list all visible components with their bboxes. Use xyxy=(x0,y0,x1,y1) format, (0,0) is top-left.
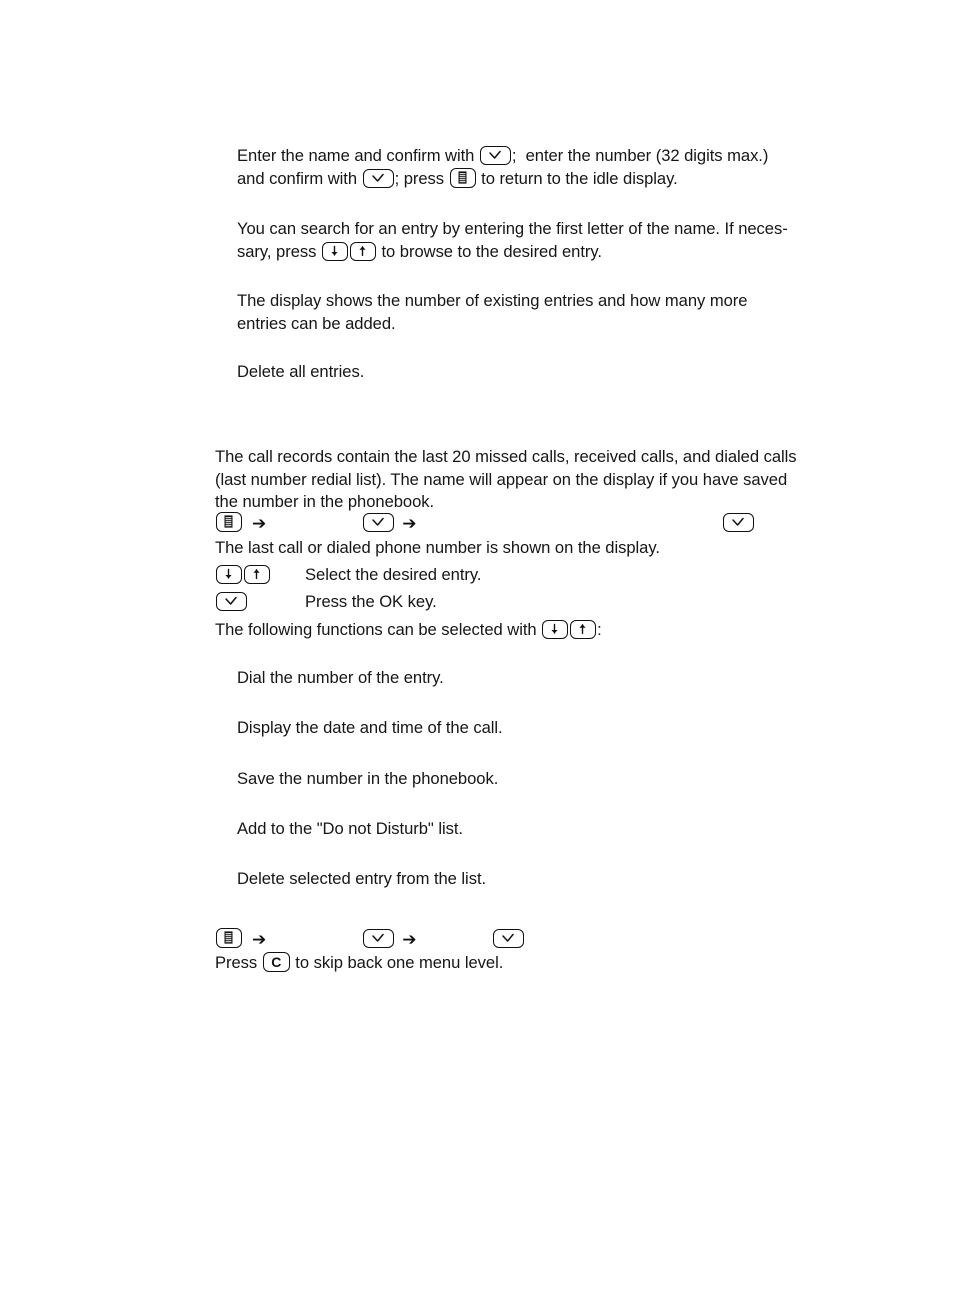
step-select-entry: Select the desired entry. xyxy=(215,564,482,587)
function-item-datetime: Display the date and time of the call. xyxy=(237,718,503,737)
function-item-dial: Dial the number of the entry. xyxy=(237,668,444,687)
checkmark-key-icon[interactable] xyxy=(363,929,395,948)
paragraph-entry-status: The display shows the number of existing… xyxy=(237,291,748,333)
paragraph-add-entry: Enter the name and confirm with ; enter … xyxy=(237,145,837,190)
add-entry-text-3: ; press xyxy=(394,168,449,188)
menu-key-icon[interactable] xyxy=(216,928,242,948)
function-item-dnd: Add to the "Do not Disturb" list. xyxy=(237,819,463,838)
arrow-up-key-icon[interactable] xyxy=(570,620,597,639)
step-select-keys xyxy=(215,564,305,587)
c-key-icon[interactable]: C xyxy=(262,952,290,972)
back-hint-text-2: to skip back one menu level. xyxy=(290,953,504,972)
menu-key-icon xyxy=(449,167,476,188)
paragraph-search-entry: You can search for an entry by entering … xyxy=(237,218,847,263)
functions-intro-text-2: : xyxy=(597,620,602,639)
search-entry-text-2: to browse to the desired entry. xyxy=(376,241,602,261)
paragraph-back-hint: Press C to skip back one menu level. xyxy=(215,952,503,975)
document-page: Enter the name and confirm with ; enter … xyxy=(0,0,954,1307)
step-press-ok: Press the OK key. xyxy=(215,591,437,614)
c-key-label: C xyxy=(271,954,282,970)
menu-path-row-2: ➔ ➔ xyxy=(215,928,525,951)
back-hint-text-1: Press xyxy=(215,953,262,972)
function-item-delete: Delete selected entry from the list. xyxy=(237,869,487,888)
checkmark-key-icon[interactable] xyxy=(363,513,395,532)
menu-key-icon[interactable] xyxy=(216,512,242,532)
right-arrow-icon: ➔ xyxy=(402,514,417,534)
step-ok-keys xyxy=(215,591,305,614)
paragraph-delete-all: Delete all entries. xyxy=(237,362,365,381)
checkmark-key-icon xyxy=(479,146,511,165)
right-arrow-icon: ➔ xyxy=(252,514,267,534)
arrow-down-key-icon xyxy=(321,241,348,261)
checkmark-key-icon[interactable] xyxy=(723,513,755,532)
functions-intro-text-1: The following functions can be selected … xyxy=(215,620,542,639)
arrow-up-key-icon xyxy=(349,241,376,261)
menu-path-row-1: ➔ ➔ xyxy=(215,512,755,535)
paragraph-last-call-display: The last call or dialed phone number is … xyxy=(215,538,660,557)
add-entry-text-1: Enter the name and confirm with xyxy=(237,146,479,165)
step-ok-label: Press the OK key. xyxy=(305,592,437,611)
checkmark-key-icon[interactable] xyxy=(216,592,247,611)
right-arrow-icon: ➔ xyxy=(252,930,267,950)
arrow-up-key-icon[interactable] xyxy=(244,565,270,584)
right-arrow-icon: ➔ xyxy=(402,930,417,950)
add-entry-text-4: to return to the idle display. xyxy=(476,168,678,188)
paragraph-call-records-intro: The call records contain the last 20 mis… xyxy=(215,447,797,511)
arrow-down-key-icon[interactable] xyxy=(542,620,569,639)
checkmark-key-icon xyxy=(362,168,394,188)
function-item-save: Save the number in the phonebook. xyxy=(237,769,499,788)
paragraph-functions-intro: The following functions can be selected … xyxy=(215,619,602,642)
arrow-down-key-icon[interactable] xyxy=(216,565,242,584)
step-select-label: Select the desired entry. xyxy=(305,565,482,584)
checkmark-key-icon[interactable] xyxy=(493,929,525,948)
